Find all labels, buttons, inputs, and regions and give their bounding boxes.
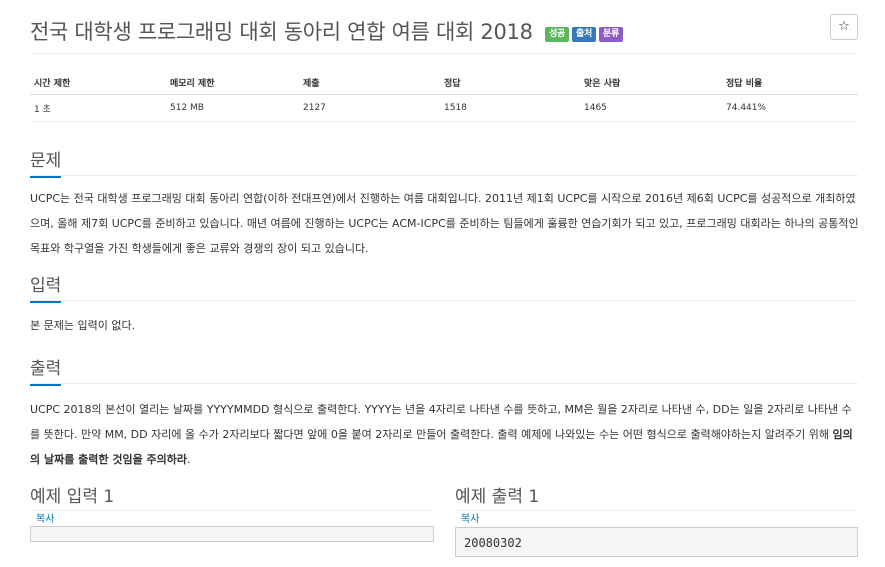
sample-input-divider — [30, 510, 434, 511]
header-accept-ratio: 정답 비율 — [722, 70, 858, 95]
value-submissions[interactable]: 2127 — [299, 94, 440, 122]
title-divider — [30, 53, 858, 54]
info-table-row: 1 초 512 MB 2127 1518 1465 74.441% — [30, 94, 858, 122]
description-divider — [30, 175, 858, 176]
header-accepted: 정답 — [440, 70, 580, 95]
info-table-header-row: 시간 제한 메모리 제한 제출 정답 맞은 사람 정답 비율 — [30, 70, 858, 95]
output-text-end: . — [187, 453, 191, 466]
badge-category[interactable]: 분류 — [599, 27, 623, 42]
sample-input-heading: 예제 입력 1 복사 — [30, 482, 130, 534]
value-accepted[interactable]: 1518 — [440, 94, 580, 122]
problem-badges: 성공 출처 분류 — [545, 27, 623, 42]
value-memory-limit: 512 MB — [166, 94, 299, 122]
value-solved-users[interactable]: 1465 — [580, 94, 722, 122]
favorite-star-button[interactable]: ☆ — [830, 14, 858, 40]
description-text: UCPC는 전국 대학생 프로그래밍 대회 동아리 연합(이하 전대프연)에서 … — [30, 192, 859, 255]
input-divider — [30, 300, 858, 301]
problem-header: 전국 대학생 프로그래밍 대회 동아리 연합 여름 대회 2018 성공 출처 … — [30, 14, 860, 50]
header-solved-users: 맞은 사람 — [580, 70, 722, 95]
input-text: 본 문제는 입력이 없다. — [30, 319, 136, 332]
sample-output-copy-button[interactable]: 복사 — [461, 514, 479, 525]
output-heading-underline — [30, 384, 62, 386]
output-heading: 출력 — [30, 354, 62, 386]
sample-input-box[interactable] — [30, 526, 434, 542]
output-divider — [30, 383, 858, 384]
problem-title: 전국 대학생 프로그래밍 대회 동아리 연합 여름 대회 2018 성공 출처 … — [30, 16, 623, 46]
header-time-limit: 시간 제한 — [30, 70, 166, 95]
badge-success[interactable]: 성공 — [545, 27, 570, 42]
output-text-main: UCPC 2018의 본선이 열리는 날짜를 YYYYMMDD 형식으로 출력한… — [30, 403, 852, 441]
input-heading: 입력 — [30, 271, 62, 303]
sample-output-box[interactable]: 20080302 — [455, 527, 858, 557]
sample-output-heading: 예제 출력 1 복사 — [455, 482, 555, 534]
sample-input-copy-button[interactable]: 복사 — [36, 514, 54, 525]
header-memory-limit: 메모리 제한 — [166, 70, 299, 95]
description-heading: 문제 — [30, 146, 62, 178]
problem-page: 전국 대학생 프로그래밍 대회 동아리 연합 여름 대회 2018 성공 출처 … — [0, 0, 885, 567]
problem-info-table: 시간 제한 메모리 제한 제출 정답 맞은 사람 정답 비율 1 초 512 M… — [30, 70, 858, 122]
badge-source[interactable]: 출처 — [572, 27, 596, 42]
output-text: UCPC 2018의 본선이 열리는 날짜를 YYYYMMDD 형식으로 출력한… — [30, 397, 860, 472]
sample-input-heading-text: 예제 입력 1 — [30, 487, 115, 507]
value-time-limit: 1 초 — [30, 94, 166, 122]
input-heading-text: 입력 — [30, 276, 62, 296]
sample-output-heading-text: 예제 출력 1 — [455, 487, 540, 507]
star-icon: ☆ — [838, 19, 850, 34]
description-heading-text: 문제 — [30, 151, 62, 171]
value-accept-ratio: 74.441% — [722, 94, 858, 122]
description-heading-underline — [30, 176, 62, 178]
problem-title-text: 전국 대학생 프로그래밍 대회 동아리 연합 여름 대회 2018 — [30, 20, 533, 44]
input-heading-underline — [30, 301, 62, 303]
header-submissions: 제출 — [299, 70, 440, 95]
sample-output-divider — [455, 510, 858, 511]
output-heading-text: 출력 — [30, 359, 62, 379]
